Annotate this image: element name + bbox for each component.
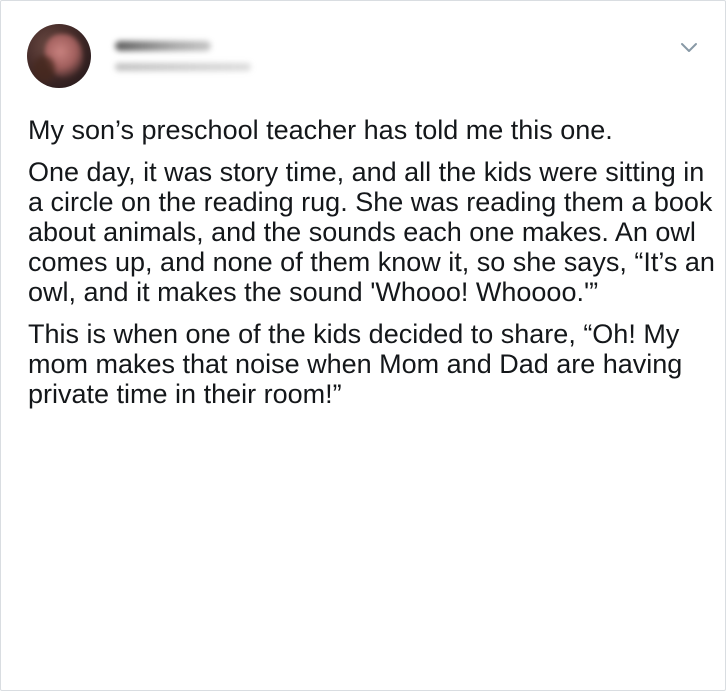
author-name-blurred[interactable] [115, 41, 211, 51]
author-handle-blurred[interactable] [115, 63, 251, 71]
tweet-card: My son’s preschool teacher has told me t… [0, 0, 726, 691]
tweet-text: My son’s preschool teacher has told me t… [28, 115, 718, 421]
tweet-paragraph: This is when one of the kids decided to … [28, 319, 683, 409]
tweet-paragraph: One day, it was story time, and all the … [28, 157, 715, 307]
tweet-paragraph: My son’s preschool teacher has told me t… [28, 115, 613, 145]
chevron-down-icon[interactable] [677, 35, 701, 59]
chevron-down-icon-svg [681, 43, 697, 52]
avatar[interactable] [27, 24, 91, 88]
